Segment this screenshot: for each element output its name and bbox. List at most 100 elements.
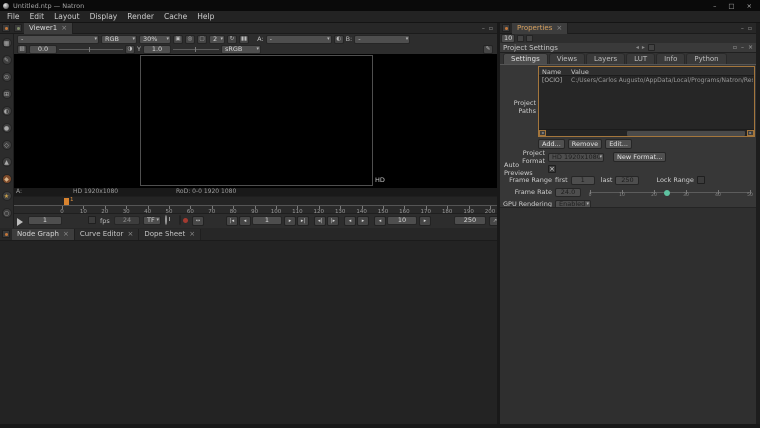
first-frame-button[interactable]: |◂ bbox=[226, 216, 238, 226]
prev-frame-button[interactable]: ◂ bbox=[239, 216, 251, 226]
close-tab-icon[interactable]: × bbox=[61, 24, 67, 32]
add-path-button[interactable]: Add... bbox=[538, 139, 565, 149]
pane-float-icon[interactable]: ▫ bbox=[489, 25, 493, 32]
close-tab-icon[interactable]: × bbox=[127, 230, 133, 238]
play-backward-button[interactable]: ◂ bbox=[344, 216, 356, 226]
gamma-toggle-icon[interactable]: ◑ bbox=[125, 45, 135, 54]
cursor-icon[interactable] bbox=[17, 218, 23, 226]
image-tool-icon[interactable]: ▦ bbox=[2, 38, 12, 48]
next-frame-button[interactable]: ▸ bbox=[284, 216, 296, 226]
script-icon[interactable] bbox=[648, 44, 655, 51]
filter-tool-icon[interactable]: ● bbox=[2, 123, 12, 133]
tab-viewer1[interactable]: Viewer1 × bbox=[24, 23, 73, 34]
clear-panels-icon[interactable] bbox=[517, 35, 524, 42]
title-bar[interactable]: Untitled.ntp — Natron – □ × bbox=[0, 0, 760, 11]
redo-icon[interactable]: ▸ bbox=[642, 44, 645, 51]
keyer-tool-icon[interactable]: ◇ bbox=[2, 140, 12, 150]
gain-slider[interactable] bbox=[59, 49, 123, 50]
scroll-left-icon[interactable]: ◂ bbox=[539, 130, 546, 136]
menu-cache[interactable]: Cache bbox=[159, 12, 192, 21]
scrollbar-thumb[interactable] bbox=[627, 131, 745, 136]
proxy-combo[interactable]: 2 bbox=[209, 35, 225, 44]
wipe-operator-icon[interactable]: ◐ bbox=[334, 35, 344, 44]
tab-views[interactable]: Views bbox=[549, 53, 585, 64]
viewer-canvas[interactable]: HD bbox=[14, 54, 497, 188]
path-name-cell[interactable]: [OCIO] bbox=[542, 77, 562, 84]
table-hscrollbar[interactable]: ◂ ▸ bbox=[539, 129, 754, 136]
colorspace-combo[interactable]: sRGB bbox=[221, 45, 261, 54]
roi-icon[interactable]: ▢ bbox=[197, 35, 207, 44]
pane-minimize-icon[interactable]: – bbox=[741, 25, 744, 32]
current-frame-field[interactable]: 1 bbox=[252, 216, 282, 225]
tab-info[interactable]: Info bbox=[656, 53, 685, 64]
project-format-combo[interactable]: HD 1920x1080 bbox=[548, 153, 604, 162]
node-graph-canvas[interactable]: 1 2 Viewer1 bbox=[0, 241, 497, 424]
next-increment-button[interactable]: |▸ bbox=[327, 216, 339, 226]
channels-combo[interactable]: RGB bbox=[101, 35, 137, 44]
timeline[interactable]: 1 01020304050607080901001101201301401501… bbox=[14, 196, 497, 213]
menu-help[interactable]: Help bbox=[192, 12, 219, 21]
maximize-button[interactable]: □ bbox=[728, 2, 734, 10]
menu-edit[interactable]: Edit bbox=[25, 12, 50, 21]
other-tool-icon[interactable]: ○ bbox=[2, 208, 12, 218]
layer-combo[interactable]: - bbox=[17, 35, 99, 44]
close-tab-icon[interactable]: × bbox=[63, 230, 69, 238]
max-panels-field[interactable]: 10 bbox=[501, 34, 515, 43]
close-tab-icon[interactable]: × bbox=[189, 230, 195, 238]
autocontrast-icon[interactable]: ▧ bbox=[17, 45, 27, 54]
table-row[interactable]: [OCIO] C:/Users/Carlos Augusto/AppData/L… bbox=[539, 76, 754, 84]
fps-field[interactable]: 24 bbox=[114, 216, 140, 225]
a-input-combo[interactable]: - bbox=[266, 35, 332, 44]
b-input-combo[interactable]: - bbox=[354, 35, 410, 44]
gain-field[interactable]: 0.0 bbox=[29, 45, 57, 54]
tab-layers[interactable]: Layers bbox=[586, 53, 625, 64]
menu-layout[interactable]: Layout bbox=[49, 12, 85, 21]
in-point-field[interactable]: 1 bbox=[28, 216, 62, 225]
minimize-panels-icon[interactable] bbox=[526, 35, 533, 42]
next-keyframe-button[interactable]: ▸ bbox=[419, 216, 431, 226]
fit-range-icon[interactable]: ↔ bbox=[192, 216, 204, 226]
float-panel-icon[interactable]: ▫ bbox=[733, 44, 737, 51]
refresh-icon[interactable]: ↻ bbox=[227, 35, 237, 44]
pane-minimize-icon[interactable]: – bbox=[482, 25, 485, 32]
pane-float-icon[interactable]: ▫ bbox=[748, 25, 752, 32]
merge-tool-icon[interactable]: ▲ bbox=[2, 157, 12, 167]
prev-increment-button[interactable]: ◂| bbox=[314, 216, 326, 226]
lock-range-checkbox[interactable] bbox=[697, 176, 705, 184]
remove-path-button[interactable]: Remove bbox=[568, 139, 602, 149]
extra-tool-icon[interactable]: ★ bbox=[2, 191, 12, 201]
tab-curve-editor[interactable]: Curve Editor × bbox=[75, 229, 139, 240]
time-tool-icon[interactable]: ⊙ bbox=[2, 72, 12, 82]
tab-properties[interactable]: Properties × bbox=[512, 23, 568, 34]
gamma-slider[interactable] bbox=[173, 49, 219, 50]
menu-file[interactable]: File bbox=[2, 12, 25, 21]
minimize-button[interactable]: – bbox=[713, 2, 716, 10]
frame-rate-field[interactable]: 24.0 bbox=[555, 188, 581, 197]
draw-tool-icon[interactable]: ✎ bbox=[2, 55, 12, 65]
close-panel-icon[interactable]: × bbox=[748, 44, 753, 51]
slider-handle[interactable] bbox=[664, 190, 670, 196]
full-frame-icon[interactable]: ◎ bbox=[185, 35, 195, 44]
menu-display[interactable]: Display bbox=[85, 12, 123, 21]
edit-path-button[interactable]: Edit... bbox=[605, 139, 632, 149]
tab-lut[interactable]: LUT bbox=[626, 53, 655, 64]
out-point-field[interactable]: 250 bbox=[454, 216, 486, 225]
tab-python[interactable]: Python bbox=[686, 53, 726, 64]
pause-icon[interactable]: ▮▮ bbox=[239, 35, 249, 44]
pane-anchor-icon[interactable] bbox=[14, 24, 22, 32]
path-value-cell[interactable]: C:/Users/Carlos Augusto/AppData/Local/Pr… bbox=[571, 77, 753, 84]
prev-keyframe-button[interactable]: ◂ bbox=[374, 216, 386, 226]
tab-node-graph[interactable]: Node Graph × bbox=[12, 229, 75, 240]
transform-tool-icon[interactable]: ◆ bbox=[2, 174, 12, 184]
scroll-right-icon[interactable]: ▸ bbox=[747, 130, 754, 136]
clock-icon[interactable] bbox=[165, 215, 167, 225]
last-frame-field[interactable]: 250 bbox=[615, 176, 639, 185]
clip-to-format-icon[interactable]: ▣ bbox=[173, 35, 183, 44]
menu-render[interactable]: Render bbox=[122, 12, 159, 21]
fps-checkbox[interactable] bbox=[88, 216, 96, 224]
zoom-combo[interactable]: 30% bbox=[139, 35, 171, 44]
pane-layout-icon[interactable] bbox=[2, 230, 10, 238]
playhead[interactable] bbox=[64, 198, 69, 205]
play-forward-button[interactable]: ▸ bbox=[357, 216, 369, 226]
undo-icon[interactable]: ◂ bbox=[636, 44, 639, 51]
